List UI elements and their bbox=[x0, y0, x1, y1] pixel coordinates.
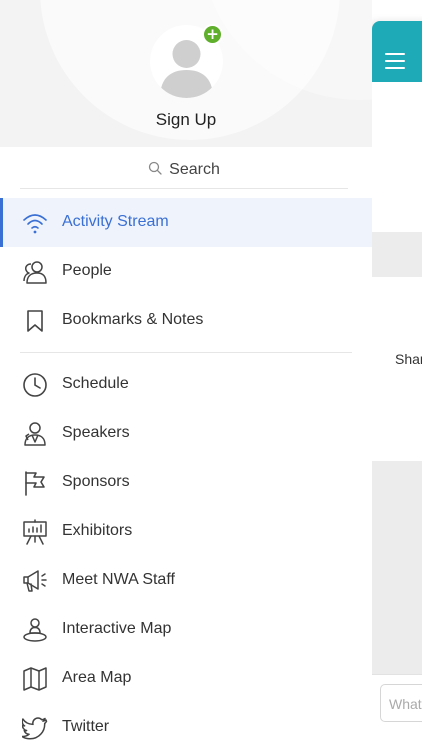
map-pin-person-icon bbox=[22, 617, 48, 643]
share-text[interactable]: Shar bbox=[395, 351, 422, 367]
menu-item-label: Area Map bbox=[62, 669, 132, 686]
menu-item-area-map[interactable]: Area Map bbox=[0, 654, 372, 703]
menu-item-label: Sponsors bbox=[62, 473, 130, 490]
menu-item-label: Speakers bbox=[62, 424, 130, 441]
app-topbar bbox=[372, 21, 422, 82]
menu-item-sponsors[interactable]: Sponsors bbox=[0, 458, 372, 507]
menu-item-label: Meet NWA Staff bbox=[62, 571, 175, 588]
search-icon bbox=[148, 161, 162, 180]
menu-item-exhibitors[interactable]: Exhibitors bbox=[0, 507, 372, 556]
bookmark-icon bbox=[22, 308, 48, 334]
folded-map-icon bbox=[22, 666, 48, 692]
menu-item-bookmarks-notes[interactable]: Bookmarks & Notes bbox=[0, 296, 372, 345]
megaphone-icon bbox=[22, 568, 48, 594]
navigation-drawer: + Sign Up Search Activity Stream People … bbox=[0, 0, 372, 750]
profile-header: + Sign Up bbox=[0, 0, 372, 147]
add-photo-icon[interactable]: + bbox=[202, 24, 223, 45]
menu-item-interactive-map[interactable]: Interactive Map bbox=[0, 605, 372, 654]
app-content-panel[interactable]: Shar What bbox=[372, 21, 422, 750]
menu-item-meet-nwa-staff[interactable]: Meet NWA Staff bbox=[0, 556, 372, 605]
menu-divider bbox=[20, 352, 352, 353]
sign-up-link[interactable]: Sign Up bbox=[0, 110, 372, 130]
twitter-icon bbox=[21, 715, 48, 741]
clock-icon bbox=[22, 372, 48, 398]
search-button[interactable]: Search bbox=[20, 152, 348, 189]
feed-card bbox=[372, 82, 422, 232]
menu-item-label: Interactive Map bbox=[62, 620, 172, 637]
speakers-icon bbox=[22, 421, 48, 447]
menu-item-speakers[interactable]: Speakers bbox=[0, 409, 372, 458]
menu-item-label: People bbox=[62, 262, 112, 279]
hamburger-menu-icon[interactable] bbox=[385, 53, 405, 69]
people-icon bbox=[22, 259, 48, 285]
menu-item-twitter[interactable]: Twitter bbox=[0, 703, 372, 750]
wifi-icon bbox=[22, 210, 48, 236]
menu-item-activity-stream[interactable]: Activity Stream bbox=[0, 198, 372, 247]
menu-item-label: Activity Stream bbox=[62, 213, 169, 230]
search-label: Search bbox=[169, 161, 220, 178]
menu-item-label: Exhibitors bbox=[62, 522, 133, 539]
flag-icon bbox=[22, 470, 48, 496]
menu-item-label: Twitter bbox=[62, 718, 110, 735]
easel-icon bbox=[22, 519, 48, 545]
menu-item-label: Schedule bbox=[62, 375, 129, 392]
menu-item-label: Bookmarks & Notes bbox=[62, 311, 204, 328]
menu-list: Activity Stream People Bookmarks & Notes bbox=[0, 198, 372, 750]
feed-card: Shar bbox=[372, 277, 422, 461]
menu-item-people[interactable]: People bbox=[0, 247, 372, 296]
menu-item-schedule[interactable]: Schedule bbox=[0, 360, 372, 409]
post-input[interactable]: What bbox=[380, 684, 422, 722]
